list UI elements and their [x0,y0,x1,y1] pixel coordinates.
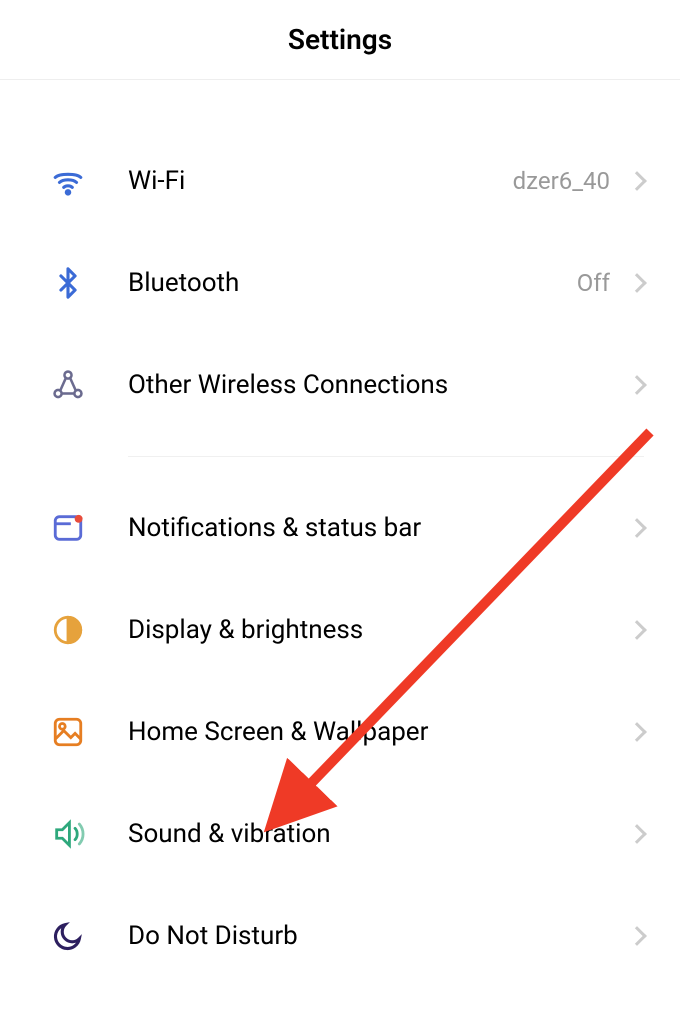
dnd-icon [48,916,88,956]
settings-item-label: Other Wireless Connections [128,370,630,400]
chevron-right-icon [627,926,647,946]
page-title: Settings [288,23,392,56]
settings-item-dnd[interactable]: Do Not Disturb [48,885,644,987]
chevron-right-icon [627,273,647,293]
settings-item-wifi[interactable]: Wi-Fi dzer6_40 [48,130,644,232]
settings-item-label: Bluetooth [128,268,577,298]
header: Settings [0,0,680,80]
settings-item-label: Wi-Fi [128,166,513,196]
settings-item-label: Home Screen & Wallpaper [128,717,630,747]
settings-group-1: Wi-Fi dzer6_40 Bluetooth Off [0,130,680,436]
chevron-right-icon [627,171,647,191]
settings-item-home[interactable]: Home Screen & Wallpaper [48,681,644,783]
chevron-right-icon [627,375,647,395]
settings-item-value: dzer6_40 [513,167,610,195]
settings-item-notifications[interactable]: Notifications & status bar [48,477,644,579]
wireless-icon [48,365,88,405]
settings-item-label: Display & brightness [128,615,630,645]
settings-item-label: Do Not Disturb [128,921,630,951]
sound-icon [48,814,88,854]
settings-item-bluetooth[interactable]: Bluetooth Off [48,232,644,334]
settings-item-display[interactable]: Display & brightness [48,579,644,681]
settings-item-wireless[interactable]: Other Wireless Connections [48,334,644,436]
notifications-icon [48,508,88,548]
wifi-icon [48,161,88,201]
settings-item-label: Notifications & status bar [128,513,630,543]
settings-item-sound[interactable]: Sound & vibration [48,783,644,885]
chevron-right-icon [627,518,647,538]
settings-item-label: Sound & vibration [128,819,630,849]
chevron-right-icon [627,824,647,844]
home-icon [48,712,88,752]
chevron-right-icon [627,620,647,640]
chevron-right-icon [627,722,647,742]
display-icon [48,610,88,650]
divider [128,456,644,457]
settings-item-value: Off [577,269,610,297]
bluetooth-icon [48,263,88,303]
settings-group-2: Notifications & status bar Display & bri… [0,477,680,987]
settings-content: Wi-Fi dzer6_40 Bluetooth Off [0,80,680,987]
